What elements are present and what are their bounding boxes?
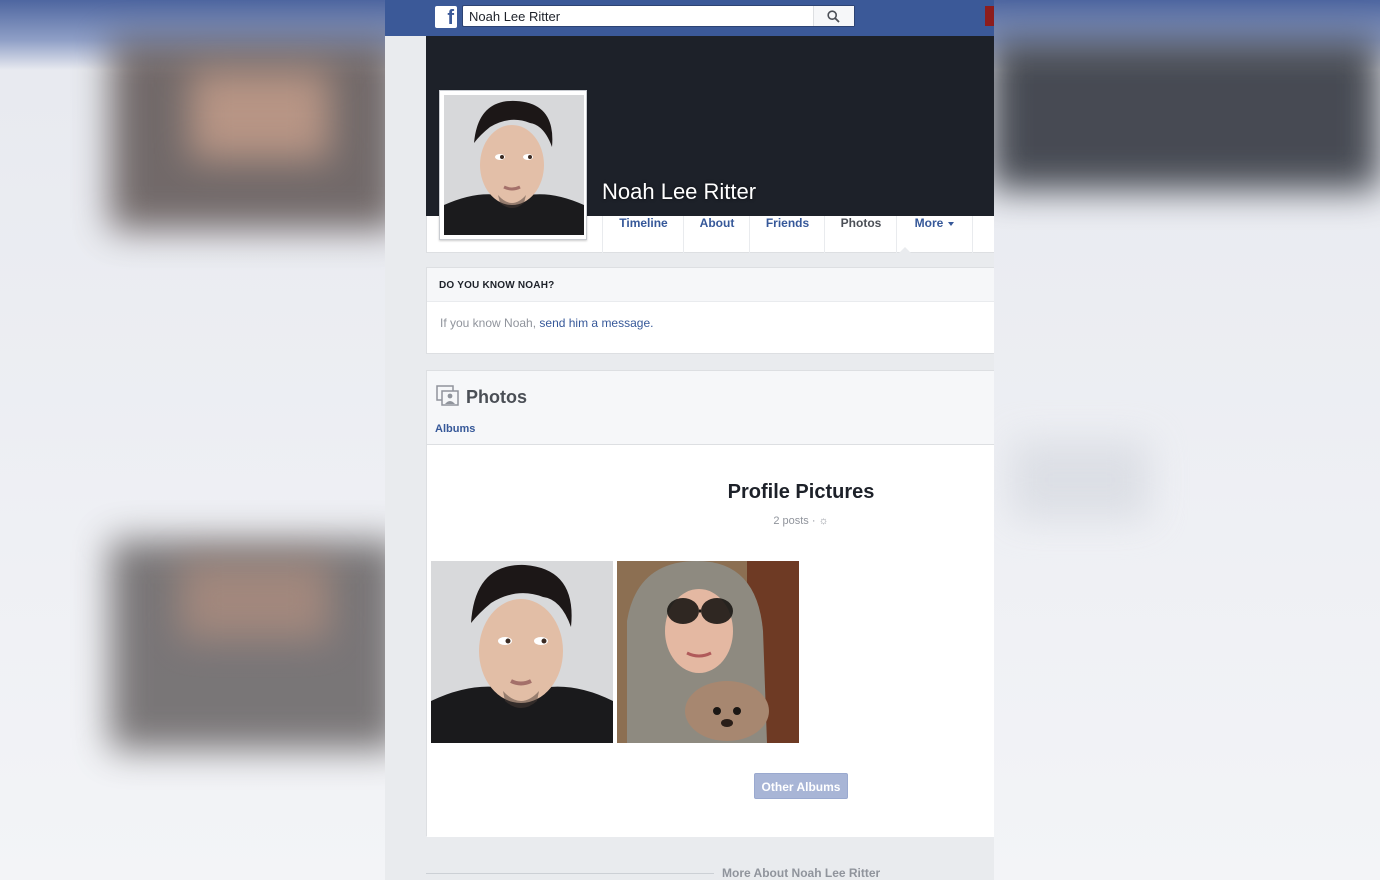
album-section: Profile Pictures 2 posts · ☼ Other Album… — [427, 444, 994, 837]
background-blur-left-bottom-face — [180, 560, 330, 640]
do-you-know-prefix: If you know Noah, — [440, 316, 537, 330]
caret-down-icon — [948, 221, 955, 226]
do-you-know-card: DO YOU KNOW NOAH? If you know Noah, send… — [426, 267, 994, 354]
search-box — [462, 5, 855, 27]
photos-icon — [436, 385, 459, 406]
facebook-profile-window: f Noah Lee Ritter Timeline About Friends… — [385, 0, 994, 880]
profile-picture[interactable] — [439, 90, 587, 240]
more-about-heading[interactable]: More About Noah Lee Ritter — [722, 866, 880, 880]
background-blur-left-top-face — [190, 70, 330, 160]
search-input[interactable] — [469, 9, 809, 24]
tab-friends[interactable]: Friends — [749, 216, 825, 253]
other-albums-button[interactable]: Other Albums — [754, 773, 848, 799]
tab-about[interactable]: About — [683, 216, 750, 253]
album-title[interactable]: Profile Pictures — [427, 481, 994, 504]
facebook-logo-icon[interactable]: f — [435, 6, 457, 29]
do-you-know-title: DO YOU KNOW NOAH? — [439, 280, 555, 291]
tab-photos[interactable]: Photos — [824, 216, 897, 253]
album-photo[interactable] — [431, 561, 613, 743]
photos-card: Photos Albums Profile Pictures 2 posts ·… — [426, 370, 994, 837]
send-message-link[interactable]: send him a message. — [539, 316, 653, 330]
divider-line-left — [426, 873, 714, 874]
background-blur-right-mid — [1010, 440, 1150, 520]
album-photo[interactable] — [617, 561, 799, 743]
active-tab-indicator — [899, 247, 911, 253]
albums-link[interactable]: Albums — [435, 423, 475, 435]
user-avatar[interactable] — [985, 6, 994, 26]
background-blur-right-top — [990, 40, 1380, 190]
more-about-divider: More About Noah Lee Ritter — [426, 866, 994, 880]
profile-picture-image — [444, 95, 584, 235]
do-you-know-text: If you know Noah, send him a message. — [440, 316, 653, 330]
search-icon — [827, 10, 840, 23]
tab-timeline[interactable]: Timeline — [602, 216, 684, 253]
album-meta: 2 posts · ☼ — [773, 515, 829, 527]
photos-title[interactable]: Photos — [466, 387, 527, 408]
search-button[interactable] — [813, 6, 854, 26]
do-you-know-header: DO YOU KNOW NOAH? — [427, 268, 994, 302]
tab-more-label: More — [914, 216, 944, 230]
top-bar: f — [385, 0, 994, 36]
profile-name[interactable]: Noah Lee Ritter — [602, 179, 756, 205]
